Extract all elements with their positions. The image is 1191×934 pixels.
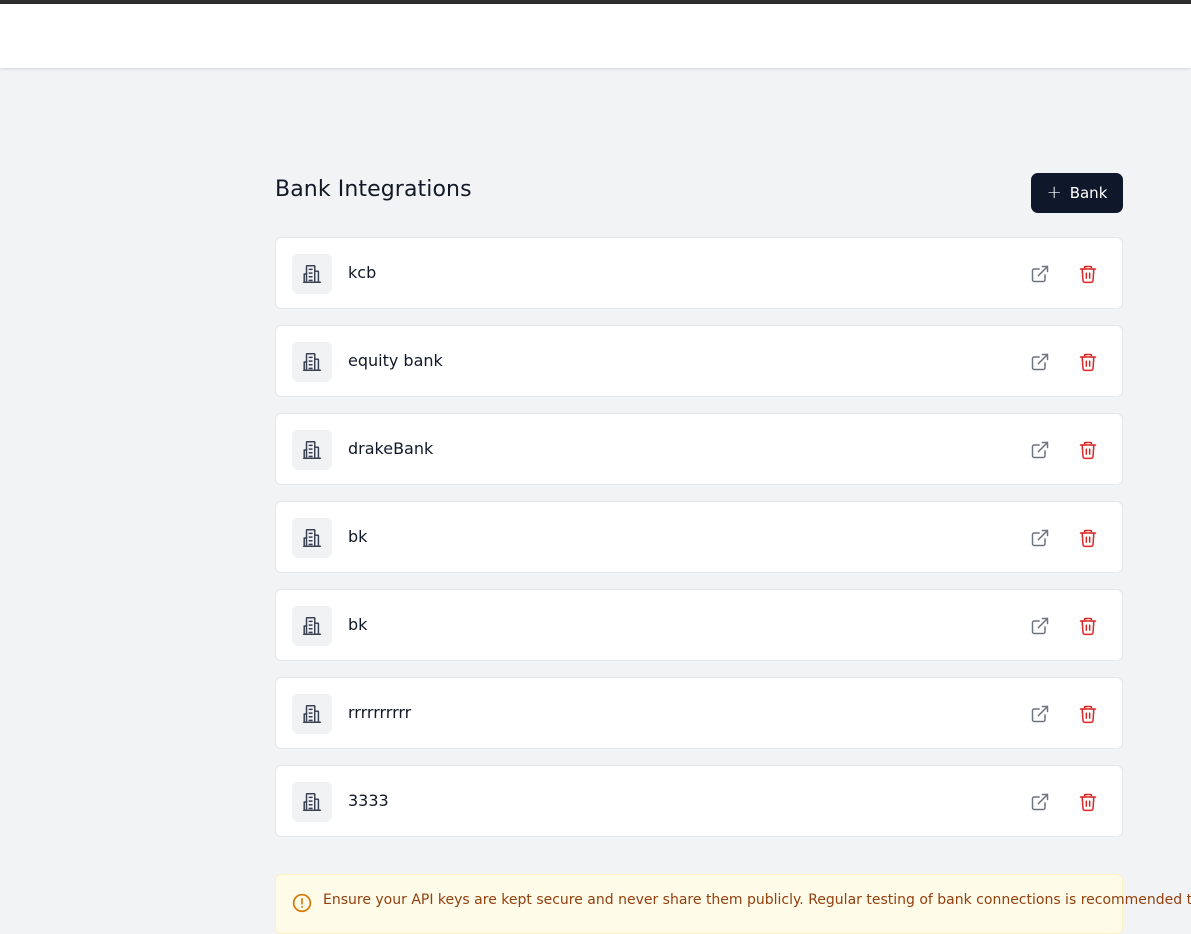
top-header	[0, 4, 1191, 68]
external-link-icon[interactable]	[1028, 790, 1052, 814]
bank-card: rrrrrrrrrr	[275, 677, 1123, 749]
bank-name: 3333	[348, 791, 389, 810]
bank-name: rrrrrrrrrr	[348, 703, 412, 722]
bank-name: bk	[348, 615, 368, 634]
external-link-icon[interactable]	[1028, 262, 1052, 286]
bank-card: drakeBank	[275, 413, 1123, 485]
bank-card: kcb	[275, 237, 1123, 309]
bank-card: 3333	[275, 765, 1123, 837]
building-icon	[292, 342, 332, 382]
security-notice: Ensure your API keys are kept secure and…	[275, 874, 1191, 934]
trash-icon[interactable]	[1076, 438, 1100, 462]
bank-card: bk	[275, 589, 1123, 661]
alert-circle-icon	[292, 893, 312, 913]
bank-card: equity bank	[275, 325, 1123, 397]
trash-icon[interactable]	[1076, 350, 1100, 374]
building-icon	[292, 430, 332, 470]
add-bank-button-label: Bank	[1069, 184, 1108, 202]
trash-icon[interactable]	[1076, 702, 1100, 726]
bank-name: equity bank	[348, 351, 443, 370]
external-link-icon[interactable]	[1028, 614, 1052, 638]
building-icon	[292, 694, 332, 734]
bank-card: bk	[275, 501, 1123, 573]
building-icon	[292, 782, 332, 822]
building-icon	[292, 518, 332, 558]
trash-icon[interactable]	[1076, 262, 1100, 286]
page-title: Bank Integrations	[275, 177, 472, 202]
plus-icon: +	[1046, 182, 1062, 203]
notice-text: Ensure your API keys are kept secure and…	[323, 892, 1191, 908]
bank-name: kcb	[348, 263, 377, 282]
trash-icon[interactable]	[1076, 526, 1100, 550]
trash-icon[interactable]	[1076, 790, 1100, 814]
external-link-icon[interactable]	[1028, 702, 1052, 726]
bank-list: kcb equity bank drakeBank bk bk rrrrrrrr…	[275, 237, 1123, 853]
building-icon	[292, 606, 332, 646]
bank-name: bk	[348, 527, 368, 546]
external-link-icon[interactable]	[1028, 438, 1052, 462]
external-link-icon[interactable]	[1028, 350, 1052, 374]
add-bank-button[interactable]: + Bank	[1031, 173, 1123, 213]
building-icon	[292, 254, 332, 294]
bank-name: drakeBank	[348, 439, 434, 458]
external-link-icon[interactable]	[1028, 526, 1052, 550]
trash-icon[interactable]	[1076, 614, 1100, 638]
